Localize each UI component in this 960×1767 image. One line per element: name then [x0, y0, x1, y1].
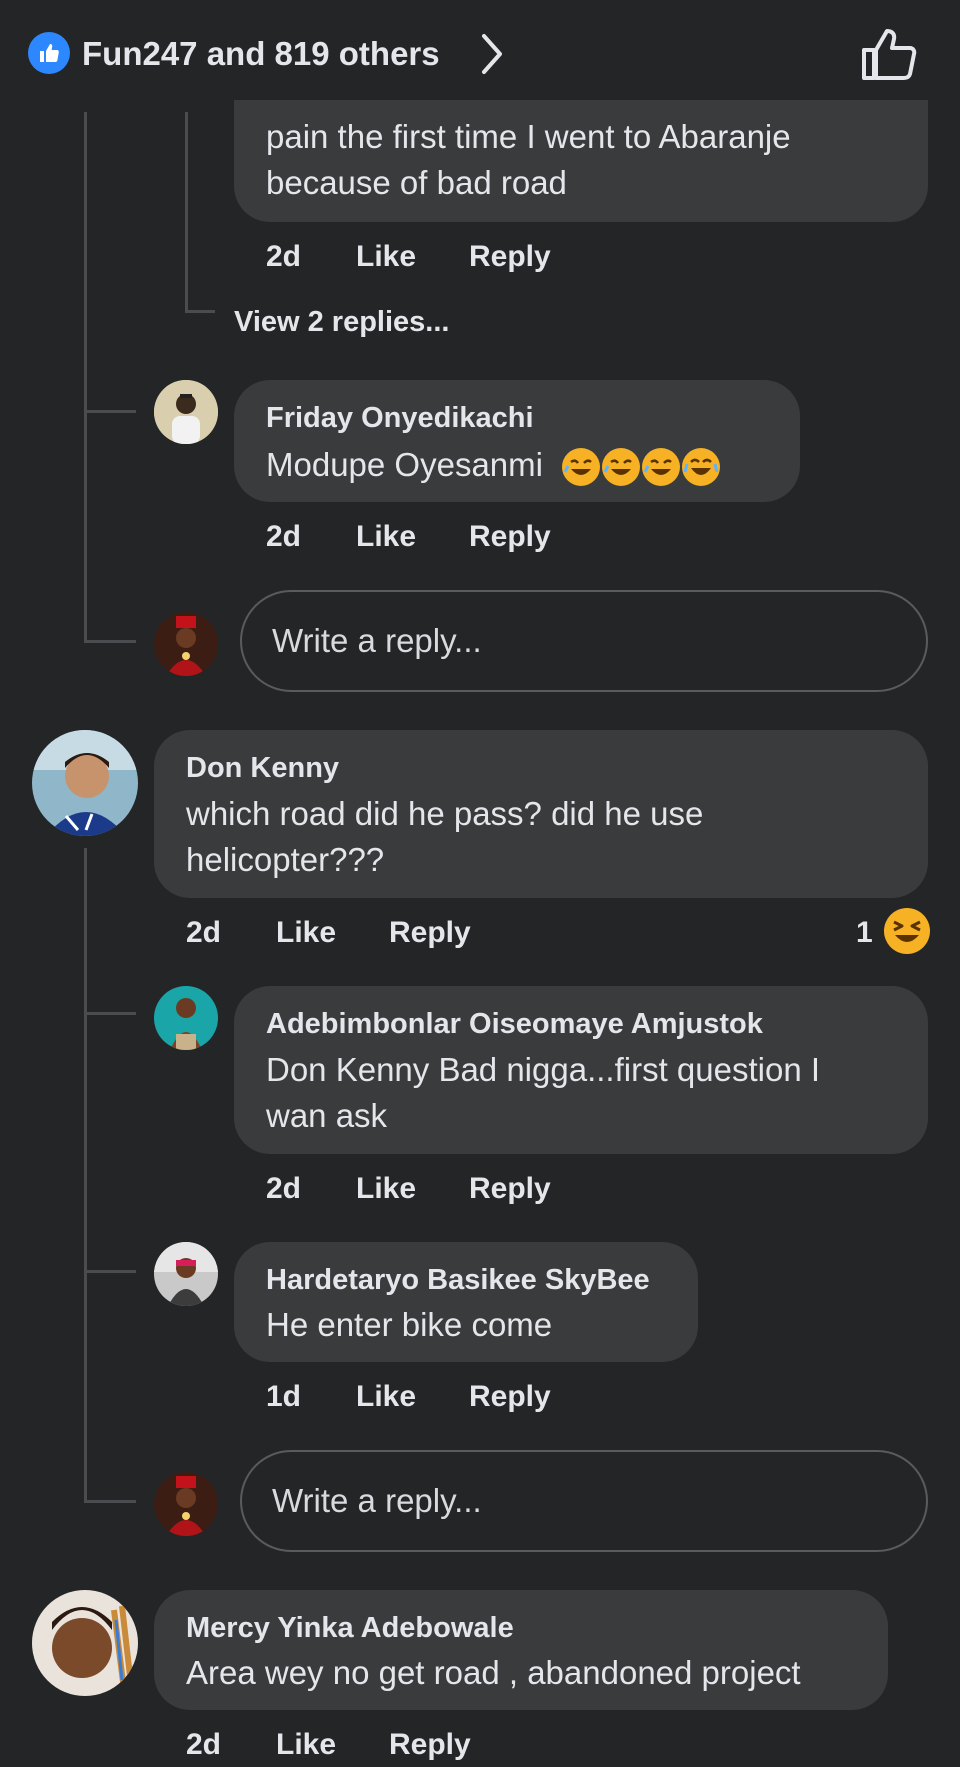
comment-time: 2d — [266, 1172, 302, 1205]
reply-link[interactable]: Reply — [389, 1728, 471, 1762]
commenter-name[interactable]: Don Kenny — [186, 752, 339, 785]
rolling-laughing-emoji-icon — [602, 448, 641, 487]
reply-link[interactable]: Reply — [469, 240, 551, 274]
chevron-right-icon[interactable] — [478, 32, 506, 81]
thumbs-up-icon — [28, 32, 70, 74]
reply-link[interactable]: Reply — [469, 1172, 551, 1206]
avatar[interactable] — [154, 1242, 218, 1306]
view-replies-link[interactable]: View 2 replies... — [234, 306, 449, 339]
avatar[interactable] — [154, 380, 218, 444]
comment-text: Modupe Oyesanmi — [266, 442, 721, 488]
like-link[interactable]: Like — [356, 1172, 416, 1206]
like-link[interactable]: Like — [276, 916, 336, 950]
write-reply-input[interactable]: Write a reply... — [240, 590, 928, 692]
rolling-laughing-emoji-icon — [642, 448, 681, 487]
reply-link[interactable]: Reply — [469, 1380, 551, 1414]
commenter-name[interactable]: Hardetaryo Basikee SkyBee — [266, 1264, 650, 1297]
rolling-laughing-emoji-icon — [562, 448, 601, 487]
like-link[interactable]: Like — [356, 520, 416, 554]
thread-connector — [84, 640, 136, 643]
comment-text: Area wey no get road , abandoned project — [186, 1654, 801, 1691]
avatar[interactable] — [32, 730, 138, 836]
comment-time: 2d — [266, 240, 302, 273]
reaction-count[interactable]: 1 — [856, 916, 873, 950]
reply-link[interactable]: Reply — [469, 520, 551, 554]
comment-text: which road did he pass? did he use helic… — [186, 795, 704, 878]
comment-text: pain the first time I went to Abaranje b… — [266, 118, 791, 201]
write-reply-input[interactable]: Write a reply... — [240, 1450, 928, 1552]
like-link[interactable]: Like — [276, 1728, 336, 1762]
tears-of-joy-emoji-icon — [682, 448, 721, 487]
thread-line-inner — [185, 112, 188, 312]
thread-connector — [84, 1012, 136, 1015]
comment-time: 2d — [266, 520, 302, 553]
thread-line-outer — [84, 112, 87, 642]
thread-connector — [84, 410, 136, 413]
comment-text: He enter bike come — [266, 1306, 553, 1343]
thread-connector — [84, 1270, 136, 1273]
avatar[interactable] — [154, 986, 218, 1050]
write-reply-placeholder: Write a reply... — [272, 1482, 482, 1519]
thumbs-up-outline-icon[interactable] — [860, 26, 918, 87]
comment-text: Don Kenny Bad nigga...first question I w… — [266, 1051, 821, 1134]
comment-time: 2d — [186, 916, 222, 949]
reply-link[interactable]: Reply — [389, 916, 471, 950]
commenter-name[interactable]: Mercy Yinka Adebowale — [186, 1612, 514, 1645]
thread-connector — [84, 1500, 136, 1503]
reactors-text[interactable]: Fun247 and 819 others — [82, 30, 440, 78]
avatar — [154, 612, 218, 676]
mention-text[interactable]: Modupe Oyesanmi — [266, 446, 543, 483]
laughing-emoji-icon[interactable] — [884, 908, 930, 954]
commenter-name[interactable]: Friday Onyedikachi — [266, 402, 534, 435]
like-link[interactable]: Like — [356, 1380, 416, 1414]
reactions-header[interactable]: Fun247 and 819 others — [0, 0, 960, 112]
avatar[interactable] — [32, 1590, 138, 1696]
write-reply-placeholder: Write a reply... — [272, 622, 482, 659]
thread-line-outer-2 — [84, 848, 87, 1502]
commenter-name[interactable]: Adebimbonlar Oiseomaye Amjustok — [266, 1008, 763, 1041]
avatar — [154, 1472, 218, 1536]
comment-time: 1d — [266, 1380, 302, 1413]
comment-time: 2d — [186, 1728, 222, 1761]
like-link[interactable]: Like — [356, 240, 416, 274]
thread-connector — [185, 310, 215, 313]
